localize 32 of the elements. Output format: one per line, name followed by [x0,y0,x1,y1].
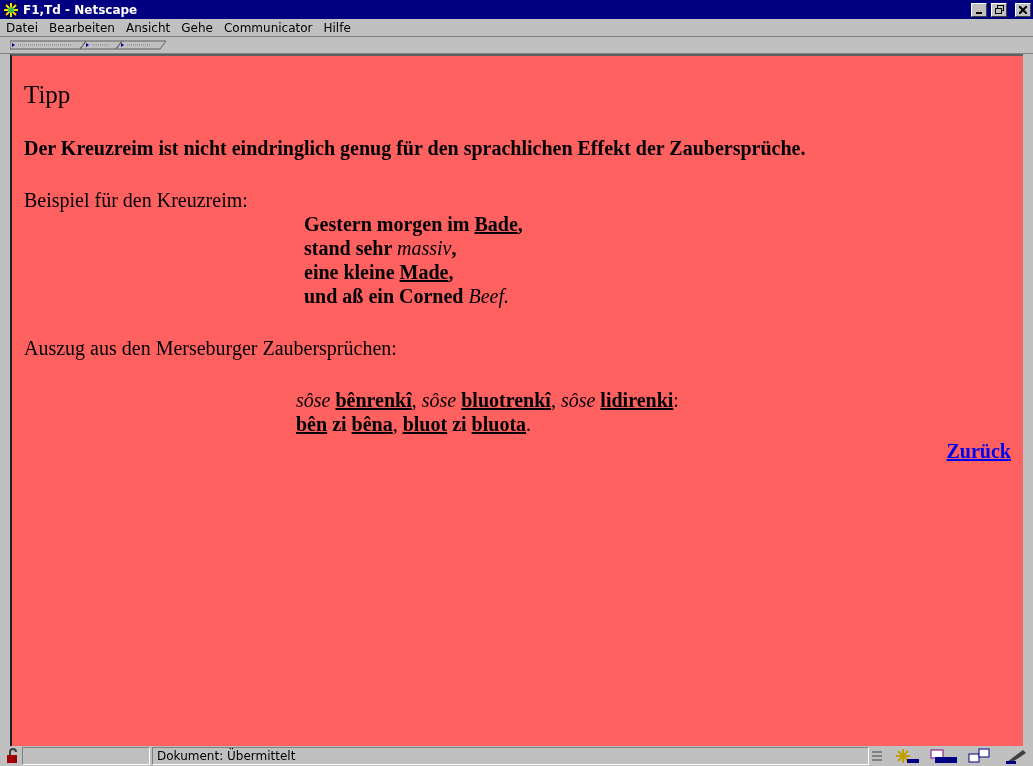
page-heading: Tipp [24,80,72,110]
menu-item[interactable]: Bearbeiten [49,19,115,37]
spell-line: sôse bênrenkî, sôse bluotrenkî, sôse lidirenki: [296,387,680,412]
lines-icon [871,749,883,763]
status-text: Dokument: Übermittelt [152,747,869,765]
poem-line: und aß ein Corned Beef. [304,283,511,308]
menu-item[interactable]: Ansicht [125,19,171,37]
netscape-logo-icon [3,1,19,18]
intro-text: Der Kreuzreim ist nicht eindringlich genug für den sprachlichen Effekt der Zaubersprüche. [24,135,807,160]
menu-item[interactable]: Gehe [181,19,213,37]
inbox-icon[interactable] [929,748,957,764]
window-title: F1,Td - Netscape [23,1,139,19]
close-icon [1019,5,1027,14]
chat-icon[interactable] [967,748,993,764]
poem-line: Gestern morgen im Bade, [304,211,524,236]
restore-icon [994,5,1004,14]
navigator-icon[interactable] [893,748,919,764]
poem-line: eine kleine Made, [304,259,455,284]
restore-button[interactable] [991,2,1007,17]
section-label: Beispiel für den Kreuzreim: [24,187,249,212]
toolbar-tabs-icon[interactable] [10,40,170,50]
menu-item[interactable]: Hilfe [323,19,351,37]
minimize-icon [976,11,982,14]
minimize-button[interactable] [971,2,987,17]
menu-item[interactable]: Communicator [223,19,313,37]
pen-icon[interactable] [1003,748,1029,764]
security-lock-icon[interactable] [4,748,20,764]
menu-item[interactable]: Datei [6,19,38,37]
poem-line: stand sehr massiv, [304,236,458,260]
close-button[interactable] [1015,2,1031,17]
section-label: Auszug aus den Merseburger Zaubersprüchen: [24,335,398,360]
spell-line: bên zi bêna, bluot zi bluota. [296,411,533,436]
